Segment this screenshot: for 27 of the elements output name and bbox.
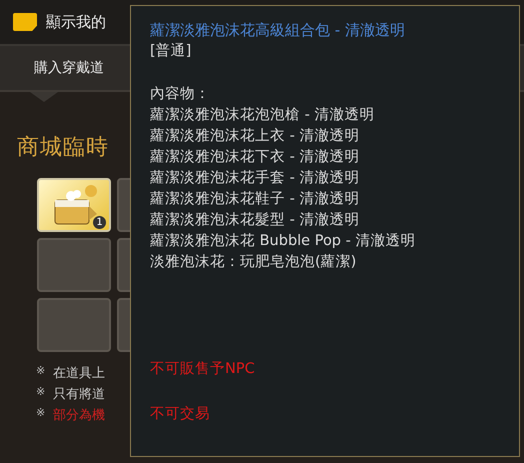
contents-item: 蘿潔淡雅泡沫花手套 - 清澈透明: [150, 168, 360, 188]
note-text: 部分為機: [53, 407, 106, 424]
note-mark: ※: [36, 364, 46, 379]
section-title: 商城臨時: [17, 134, 109, 162]
empty-slot[interactable]: [37, 238, 111, 292]
contents-label: 內容物：: [150, 84, 210, 104]
contents-item: 蘿潔淡雅泡沫花上衣 - 清澈透明: [150, 126, 360, 146]
contents-item: 蘿潔淡雅泡沫花鞋子 - 清澈透明: [150, 190, 360, 209]
checkbox[interactable]: [13, 13, 37, 31]
item-count: 1: [93, 216, 106, 229]
tab[interactable]: 購入穿戴道: [34, 55, 104, 81]
note-mark: ※: [36, 385, 46, 400]
item-slot[interactable]: 1: [37, 178, 111, 232]
tooltip-title: 蘿潔淡雅泡沫花高級組合包 - 清澈透明: [150, 20, 405, 41]
note-text: 在道具上: [53, 365, 106, 382]
contents-item: 蘿潔淡雅泡沫花髮型 - 清澈透明: [150, 211, 360, 230]
note-mark: ※: [36, 406, 46, 421]
checkbox-label: 顯示我的: [46, 12, 106, 32]
contents-item: 蘿潔淡雅泡沫花下衣 - 清澈透明: [150, 148, 360, 167]
restriction-text: 不可販售予NPC: [150, 360, 255, 379]
empty-slot[interactable]: [37, 298, 111, 352]
contents-item: 蘿潔淡雅泡沫花泡泡槍 - 清澈透明: [150, 106, 374, 125]
restriction-text: 不可交易: [150, 404, 210, 424]
item-grade: [普通]: [150, 42, 192, 61]
contents-item: 蘿潔淡雅泡沫花 Bubble Pop - 清澈透明: [150, 232, 416, 251]
note-text: 只有將道: [53, 386, 106, 403]
contents-item: 淡雅泡沫花：玩肥皂泡泡(蘿潔): [150, 253, 356, 272]
